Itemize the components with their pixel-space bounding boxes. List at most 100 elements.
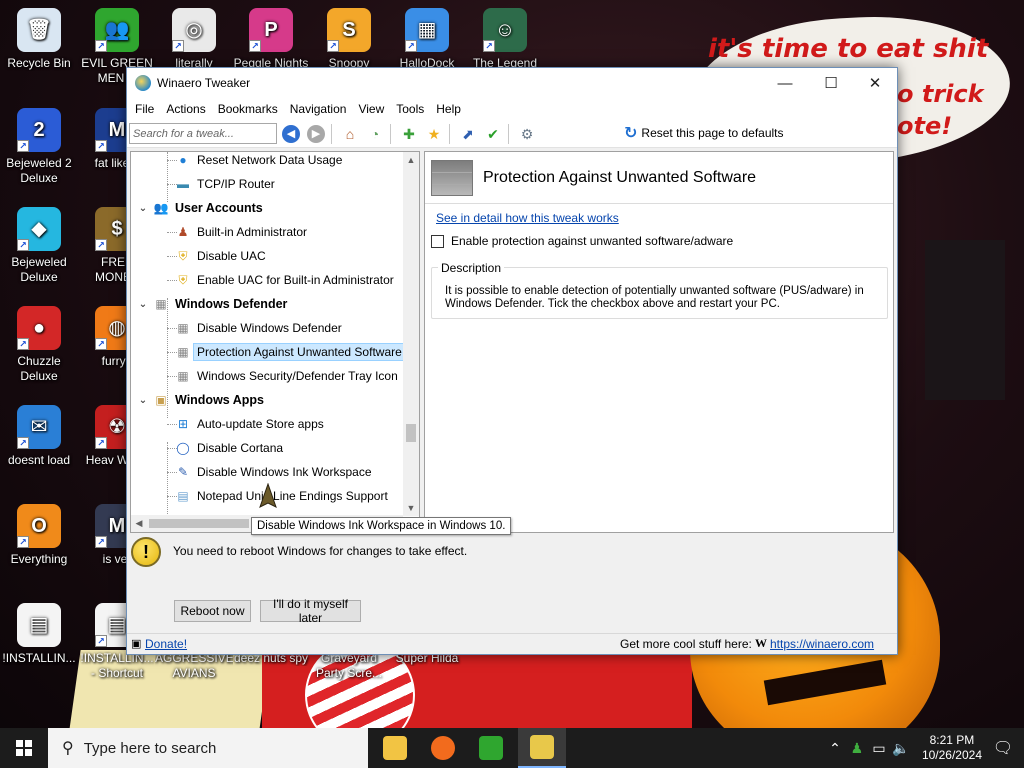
tree-item[interactable]: ▦ Windows Security/Defender Tray Icon [175,365,398,387]
menu-actions[interactable]: Actions [160,98,211,120]
network-icon[interactable]: ▭ [868,740,890,757]
back-button[interactable]: ◀ [280,123,302,145]
desktop-icon[interactable]: S ↗ Snoopy [310,8,388,71]
desktop-icon[interactable]: ▦ ↗ HalloDock [388,8,466,71]
apply-button[interactable]: ✔ [482,123,504,145]
reset-page-button[interactable]: ↻ Reset this page to defaults [624,123,784,143]
start-button[interactable] [0,728,48,768]
winaero-site-link[interactable]: https://winaero.com [770,637,874,651]
menu-view[interactable]: View [352,98,390,120]
desktop-icon[interactable]: 2 ↗ Bejeweled 2 Deluxe [0,108,78,186]
search-icon: ⚲ [62,740,74,757]
chevron-down-icon[interactable]: ⌄ [137,299,149,310]
bookmarks-back-button[interactable]: ◔ [364,123,386,145]
tree-label: Windows Security/Defender Tray Icon [197,369,398,383]
shortcut-button[interactable]: ⬈ [457,123,479,145]
search-input[interactable] [129,123,277,144]
desktop-icon[interactable]: ☺ ↗ The Legend [466,8,544,71]
scroll-left-icon[interactable]: ◀ [131,515,147,532]
volume-icon[interactable]: 🔈 [890,740,912,757]
store-icon: ⊞ [177,417,189,431]
tree-category[interactable]: ⌄ 👥 User Accounts [137,197,263,219]
tree-item[interactable]: ♟ Built-in Administrator [175,221,307,243]
tweak-detail-pane: Protection Against Unwanted Software See… [424,151,894,533]
desktop-icon[interactable]: ● ↗ Chuzzle Deluxe [0,306,78,384]
tree-item[interactable]: ⊞ Auto-update Store apps [175,413,324,435]
title-bar[interactable]: Winaero Tweaker — ☐ ✕ [127,68,897,98]
tree-connector [167,298,168,418]
scroll-thumb[interactable] [406,424,416,442]
menu-help[interactable]: Help [430,98,467,120]
enable-protection-checkbox[interactable] [431,234,444,248]
tree-item[interactable]: ▦ Disable Windows Defender [175,317,341,339]
close-button[interactable]: ✕ [852,68,898,98]
tree-item[interactable]: ⛨ Enable UAC for Built-in Administrator [175,269,394,291]
desktop-icon-label: Recycle Bin [7,56,71,70]
taskbar-app-winaero-tweaker[interactable] [518,728,566,768]
menu-file[interactable]: File [129,98,160,120]
desktop-icon[interactable]: ✉ ↗ doesnt load [0,405,78,468]
home-button[interactable]: ⌂ [339,123,361,145]
bookmarks-button[interactable]: ★ [423,123,445,145]
donate-icon: ▣ [131,638,142,650]
menu-navigation[interactable]: Navigation [284,98,353,120]
winaero-app-icon [135,75,151,91]
forward-button[interactable]: ▶ [305,123,327,145]
checkmark-icon: ✔ [487,125,499,142]
taskbar-search[interactable]: ⚲ Type here to search [48,728,368,768]
desktop-icon[interactable]: ◆ ↗ Bejeweled Deluxe [0,207,78,285]
tree-item[interactable]: ◯ Disable Cortana [175,437,283,459]
menu-tools[interactable]: Tools [390,98,430,120]
reboot-later-button[interactable]: I'll do it myself later [260,597,361,625]
taskbar-app-green-men[interactable] [467,728,515,768]
notifications-icon[interactable]: 🗨 [992,738,1014,758]
tree-item[interactable]: ● Reset Network Data Usage [175,152,343,171]
menu-bookmarks[interactable]: Bookmarks [212,98,284,120]
tree-category[interactable]: ⌄ ▦ Windows Defender [137,293,288,315]
chevron-down-icon[interactable]: ⌄ [137,203,149,214]
taskbar-app-file-explorer[interactable] [371,728,419,768]
chevron-up-icon[interactable]: ⌃ [824,740,846,757]
chevron-down-icon[interactable]: ⌄ [137,395,149,406]
detail-info-link[interactable]: See in detail how this tweak works [436,211,619,225]
tree-label: Enable UAC for Built-in Administrator [197,273,394,287]
settings-button[interactable]: ⚙ [516,123,538,145]
add-bookmark-button[interactable]: ✚ [398,123,420,145]
desktop-icon[interactable]: P ↗ Peggle Nights [232,8,310,71]
tree-item[interactable]: ⛨ Disable UAC [175,245,266,267]
enable-protection-option[interactable]: Enable protection against unwanted softw… [431,234,733,248]
tree-label: Reset Network Data Usage [197,153,343,167]
minimize-button[interactable]: — [762,68,808,98]
desktop-icon[interactable]: O ↗ Everything [0,504,78,567]
wall-icon: ▦ [177,321,189,335]
winaero-tweaker-window: Winaero Tweaker — ☐ ✕ File Actions Bookm… [126,67,898,655]
tree-label: Disable UAC [197,249,266,263]
reboot-now-button[interactable]: Reboot now [174,600,251,622]
maximize-button[interactable]: ☐ [808,68,854,98]
scroll-thumb[interactable] [149,519,249,528]
desktop-app-icon: 2 ↗ [17,108,61,152]
tree-item[interactable]: ▬ TCP/IP Router [175,173,275,195]
desktop-icon[interactable]: 🗑 Recycle Bin [0,8,78,71]
green-men-tray-icon[interactable]: ♟ [846,740,868,757]
desktop-app-icon: ● ↗ [17,306,61,350]
scroll-down-icon[interactable]: ▼ [403,500,419,516]
wallpaper-text-3: ote! [897,112,953,140]
clock[interactable]: 8:21 PM 10/26/2024 [922,733,982,763]
desktop-icon-label: Bejeweled 2 Deluxe [6,156,72,185]
detail-header: Protection Against Unwanted Software [425,152,893,204]
shortcut-arrow-icon: ↗ [95,437,107,449]
tree-category[interactable]: ⌄ ▣ Windows Apps [137,389,264,411]
taskbar: ⚲ Type here to search ⌃ ♟ ▭ 🔈 8:21 PM 10… [0,728,1024,768]
enable-protection-label[interactable]: Enable protection against unwanted softw… [451,234,733,248]
detail-title: Protection Against Unwanted Software [483,168,757,186]
scroll-up-icon[interactable]: ▲ [403,152,419,168]
tree-item[interactable]: ▤ Notepad Unix Line Endings Support [175,485,387,507]
desktop-icon[interactable]: ◎ ↗ literally [155,8,233,71]
donate-link[interactable]: Donate! [145,637,187,651]
tree-item[interactable]: ✎ Disable Windows Ink Workspace [175,461,372,483]
taskbar-app-firefox[interactable] [419,728,467,768]
tree-item[interactable]: ▦ Protection Against Unwanted Software [175,341,406,363]
tree-vertical-scrollbar[interactable]: ▲ ▼ [403,152,419,516]
desktop-icon[interactable]: ▤ !INSTALLIN... [0,603,78,666]
